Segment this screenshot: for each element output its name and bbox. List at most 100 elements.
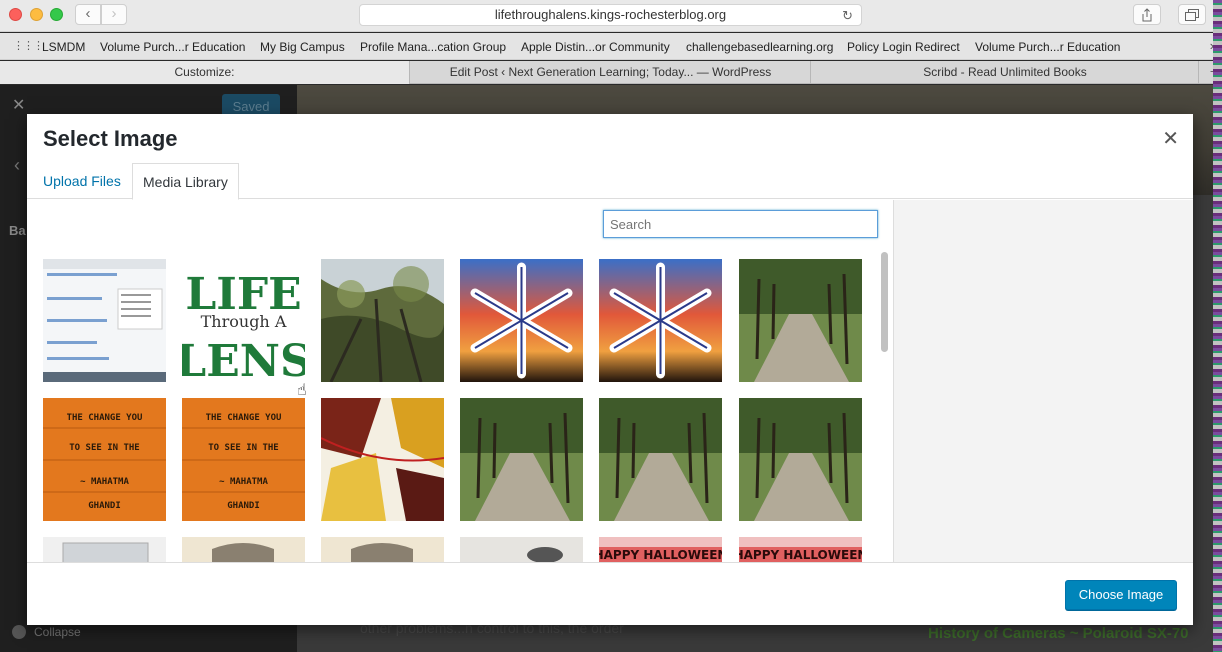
attachment-thumbnail[interactable] bbox=[460, 537, 583, 562]
bookmark-item[interactable]: Profile Mana...cation Group bbox=[360, 40, 506, 54]
tree-lined-path-image bbox=[739, 259, 862, 382]
attachment-thumbnail[interactable] bbox=[460, 259, 583, 382]
select-image-modal: Select Image ✕ Upload Files Media Librar… bbox=[27, 114, 1193, 625]
camera-image bbox=[460, 537, 583, 562]
attachment-thumbnail[interactable] bbox=[43, 537, 166, 562]
attachment-thumbnail[interactable] bbox=[43, 259, 166, 382]
chevron-right-icon: › bbox=[111, 5, 117, 22]
tab-bar: Customize: Edit Post ‹ Next Generation L… bbox=[0, 61, 1222, 84]
browser-titlebar: ‹ › lifethroughalens.kings-rochesterblog… bbox=[0, 0, 1222, 448]
share-button[interactable] bbox=[1133, 4, 1161, 25]
camera-image bbox=[182, 537, 305, 562]
attachment-thumbnail[interactable]: HAPPY HALLOWEEN bbox=[739, 537, 862, 562]
tab-label: Scribd - Read Unlimited Books bbox=[923, 65, 1087, 79]
tree-lined-path-image bbox=[599, 398, 722, 521]
camera-image bbox=[43, 537, 166, 562]
attachment-thumbnail[interactable] bbox=[182, 537, 305, 562]
tab-upload-files[interactable]: Upload Files bbox=[33, 163, 131, 199]
attachment-thumbnail[interactable] bbox=[599, 259, 722, 382]
bookmark-item[interactable]: Apple Distin...or Community bbox=[521, 40, 670, 54]
attachment-thumbnail[interactable] bbox=[739, 398, 862, 521]
attachment-thumbnail[interactable] bbox=[321, 398, 444, 521]
modal-tabs: Upload Files Media Library bbox=[27, 163, 1193, 200]
collapse-icon bbox=[12, 625, 26, 639]
tree-lined-path-image bbox=[460, 398, 583, 521]
bookmark-item[interactable]: Volume Purch...r Education bbox=[975, 40, 1120, 54]
close-icon[interactable]: ✕ bbox=[1162, 126, 1179, 151]
attachment-thumbnail[interactable]: THE CHANGE YOU TO SEE IN THE ~ MAHATMA G… bbox=[182, 398, 305, 521]
section-label: Ba bbox=[9, 223, 26, 238]
attachment-thumbnail[interactable]: LIFE Through A LENS bbox=[182, 259, 305, 382]
screenshot-image bbox=[43, 259, 166, 382]
camera-image bbox=[321, 537, 444, 562]
forward-button[interactable]: › bbox=[101, 4, 127, 25]
collapse-button[interactable]: Collapse bbox=[12, 625, 81, 639]
change-you-wish-image: THE CHANGE YOU TO SEE IN THE ~ MAHATMA G… bbox=[182, 398, 305, 521]
logo-line-3: LENS bbox=[182, 336, 305, 382]
grid-icon[interactable]: ⋮⋮⋮ bbox=[13, 41, 44, 52]
attachment-thumbnail[interactable] bbox=[599, 398, 722, 521]
logo-line-2: Through A bbox=[201, 312, 287, 331]
tree-canopy-image bbox=[321, 259, 444, 382]
bookmarks-bar: ⋮⋮⋮ LSMDM Volume Purch...r Education My … bbox=[0, 33, 1222, 60]
quote-line-1: THE CHANGE YOU bbox=[206, 413, 282, 423]
scrollbar[interactable] bbox=[881, 252, 888, 352]
address-bar[interactable]: lifethroughalens.kings-rochesterblog.org… bbox=[359, 4, 862, 26]
bookmark-item[interactable]: Volume Purch...r Education bbox=[100, 40, 245, 54]
quote-line-3: ~ MAHATMA bbox=[80, 477, 129, 487]
bookmark-item[interactable]: Policy Login Redirect bbox=[847, 40, 960, 54]
choose-image-button[interactable]: Choose Image bbox=[1065, 580, 1177, 610]
close-icon[interactable]: ✕ bbox=[12, 95, 25, 115]
snowflake-sunset-image bbox=[599, 259, 722, 382]
halloween-image: HAPPY HALLOWEEN bbox=[739, 537, 862, 562]
attachment-details-sidebar bbox=[893, 200, 1193, 562]
quote-line-1: THE CHANGE YOU bbox=[67, 413, 143, 423]
tab-scribd[interactable]: Scribd - Read Unlimited Books bbox=[812, 61, 1199, 84]
zoom-window-button[interactable] bbox=[50, 8, 63, 21]
quote-line-2: TO SEE IN THE bbox=[69, 443, 139, 453]
hand-cursor-icon: ☝ bbox=[297, 382, 307, 399]
attachment-thumbnail[interactable] bbox=[321, 259, 444, 382]
tab-media-library[interactable]: Media Library bbox=[132, 163, 239, 200]
snowflake-sunset-image bbox=[460, 259, 583, 382]
attachment-thumbnail[interactable] bbox=[460, 398, 583, 521]
reload-icon[interactable]: ↻ bbox=[842, 6, 853, 26]
quote-line-2: TO SEE IN THE bbox=[208, 443, 278, 453]
attachment-thumbnail[interactable]: HAPPY HALLOWEEN bbox=[599, 537, 722, 562]
tab-label: Customize: bbox=[174, 65, 235, 79]
modal-toolbar: Choose Image bbox=[27, 562, 1193, 625]
tabs-icon bbox=[1185, 9, 1199, 21]
bookmark-item[interactable]: LSMDM bbox=[42, 40, 85, 54]
halloween-text: HAPPY HALLOWEEN bbox=[599, 548, 722, 562]
tree-lined-path-image bbox=[739, 398, 862, 521]
halloween-image: HAPPY HALLOWEEN bbox=[599, 537, 722, 562]
modal-title: Select Image bbox=[43, 126, 178, 151]
chevron-left-icon: ‹ bbox=[85, 5, 91, 22]
life-through-a-lens-logo: LIFE Through A LENS bbox=[182, 259, 305, 382]
show-tabs-button[interactable] bbox=[1178, 4, 1206, 25]
attachment-thumbnail[interactable] bbox=[321, 537, 444, 562]
search-input[interactable] bbox=[603, 210, 878, 238]
bookmark-item[interactable]: My Big Campus bbox=[260, 40, 345, 54]
url-text: lifethroughalens.kings-rochesterblog.org bbox=[494, 7, 727, 22]
preview-link[interactable]: History of Cameras ~ Polaroid SX-70 bbox=[928, 625, 1189, 642]
change-you-wish-image: THE CHANGE YOU TO SEE IN THE ~ MAHATMA G… bbox=[43, 398, 166, 521]
autumn-leaves-image bbox=[321, 398, 444, 521]
tab-customize[interactable]: Customize: bbox=[0, 61, 410, 84]
back-button[interactable]: ‹ bbox=[75, 4, 101, 25]
close-window-button[interactable] bbox=[9, 8, 22, 21]
attachment-thumbnail[interactable]: THE CHANGE YOU TO SEE IN THE ~ MAHATMA G… bbox=[43, 398, 166, 521]
attachment-thumbnail[interactable] bbox=[739, 259, 862, 382]
quote-line-4: GHANDI bbox=[88, 501, 121, 511]
chevron-left-icon[interactable]: ‹ bbox=[14, 155, 20, 176]
halloween-text: HAPPY HALLOWEEN bbox=[739, 548, 862, 562]
bookmark-item[interactable]: challengebasedlearning.org bbox=[686, 40, 833, 54]
collapse-label: Collapse bbox=[34, 625, 81, 639]
quote-line-4: GHANDI bbox=[227, 501, 260, 511]
minimize-window-button[interactable] bbox=[30, 8, 43, 21]
media-library-content: LIFE Through A LENS bbox=[27, 200, 893, 562]
quote-line-3: ~ MAHATMA bbox=[219, 477, 268, 487]
tab-label: Edit Post ‹ Next Generation Learning; To… bbox=[449, 65, 772, 79]
tab-edit-post[interactable]: Edit Post ‹ Next Generation Learning; To… bbox=[411, 61, 811, 84]
screen-edge-artifact bbox=[1213, 0, 1222, 652]
